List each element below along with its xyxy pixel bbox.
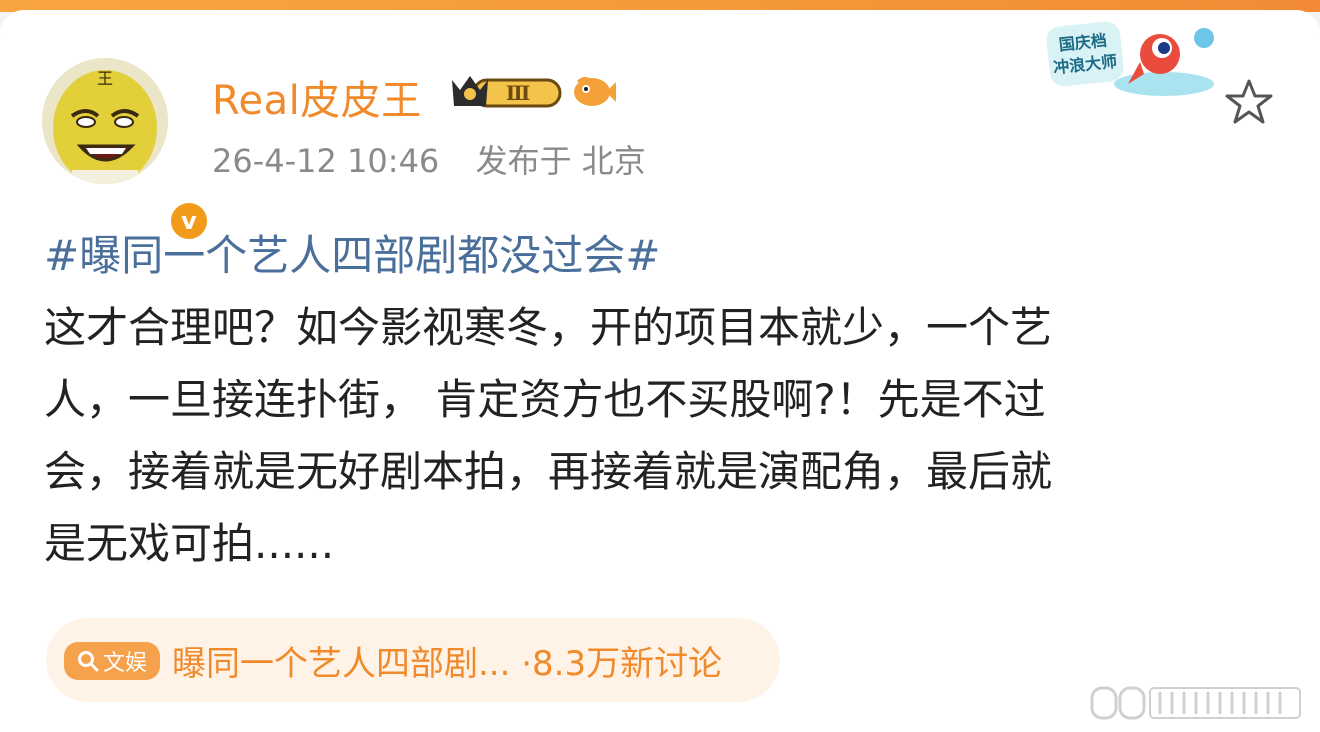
svg-text:王: 王 — [97, 69, 113, 88]
post-meta: 26-4-12 10:46 发布于 北京 — [212, 136, 646, 182]
topic-discussion-count: ·8.3万新讨论 — [510, 644, 723, 684]
post-text-line-2: 人，一旦接连扑街， 肯定资方也不买股啊?！先是不过 — [44, 375, 1046, 424]
crown-level-badge[interactable]: Ⅲ — [448, 72, 566, 116]
favorite-star-icon[interactable] — [1224, 78, 1274, 130]
post-text-line-4: 是无戏可拍...... — [44, 519, 335, 568]
search-icon — [77, 651, 99, 672]
topic-title-text: 曝同一个艺人四部剧... — [172, 644, 511, 684]
post-text-line-3: 会，接着就是无好剧本拍，再接着就是演配角，最后就 — [44, 447, 1053, 496]
avatar-image: 王 — [42, 58, 168, 184]
level-badge-label: Ⅲ — [506, 81, 530, 105]
topic-category-tag: 文娱 — [64, 642, 160, 680]
topic-tag-label: 文娱 — [102, 651, 147, 676]
post-content: #曝同一个艺人四部剧都没过会# 这才合理吧？如今影视寒冬，开的项目本就少，一个艺… — [44, 220, 1276, 580]
topic-chip[interactable]: 文娱 曝同一个艺人四部剧... ·8.3万新讨论 — [46, 618, 780, 702]
topic-title[interactable]: 曝同一个艺人四部剧... ·8.3万新讨论 — [172, 636, 722, 685]
fish-icon[interactable] — [570, 72, 618, 116]
national-day-badge[interactable]: 国庆档 冲浪大师 — [1044, 14, 1224, 108]
avatar[interactable]: 王 v — [42, 58, 210, 242]
post-hashtag[interactable]: #曝同一个艺人四部剧都没过会# — [44, 220, 1276, 292]
post-location: 发布于 北京 — [475, 142, 646, 180]
post-timestamp: 26-4-12 10:46 — [212, 142, 440, 180]
post-text-line-1: 这才合理吧？如今影视寒冬，开的项目本就少，一个艺 — [44, 303, 1053, 352]
username[interactable]: Real皮皮王 — [212, 68, 422, 126]
watermark-logo — [1090, 684, 1312, 726]
